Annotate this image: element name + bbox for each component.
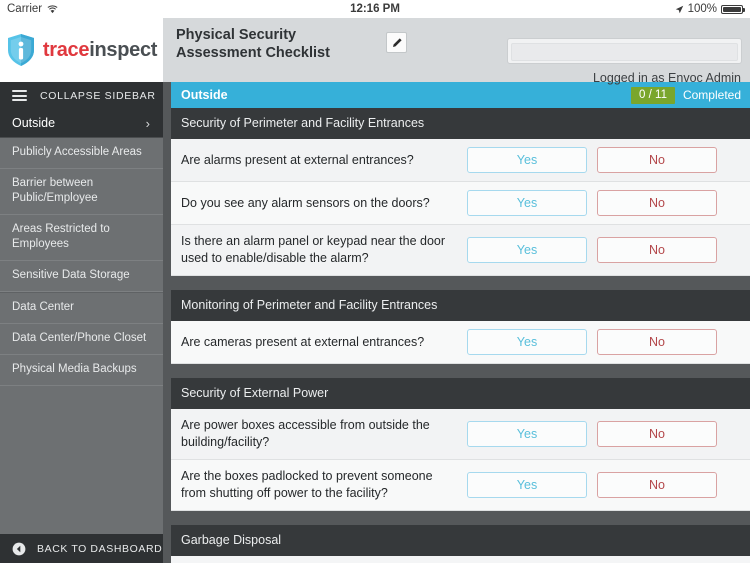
app-header: traceinspect Physical Security Assessmen…: [0, 18, 750, 85]
group-title: Outside: [181, 88, 228, 102]
logged-in-status: Logged in as Envoc Admin: [592, 71, 741, 85]
answer-no-button[interactable]: No: [597, 421, 717, 447]
pencil-edit-icon: [392, 37, 402, 47]
location-arrow-icon: [675, 5, 684, 14]
search-input[interactable]: [511, 43, 738, 61]
section-header: Garbage Disposal: [171, 525, 750, 556]
answer-yes-button[interactable]: Yes: [467, 472, 587, 498]
battery-percent-label: 100%: [687, 3, 717, 15]
sidebar-item-data-center-phone-closet[interactable]: Data Center/Phone Closet: [0, 324, 163, 355]
answer-yes-button[interactable]: Yes: [467, 421, 587, 447]
brand-wordmark: traceinspect: [42, 38, 158, 62]
section-divider: [171, 364, 750, 378]
section-divider: [171, 511, 750, 525]
content-gutter: [163, 82, 171, 563]
sidebar-item-publicly-accessible-areas[interactable]: Publicly Accessible Areas: [0, 138, 163, 169]
table-row: Are the boxes padlocked to prevent someo…: [171, 460, 750, 511]
sidebar-item-barrier-between-public-employee[interactable]: Barrier between Public/Employee: [0, 169, 163, 215]
answer-no-button[interactable]: No: [597, 237, 717, 263]
section-header: Security of External Power: [171, 378, 750, 409]
group-progress: 0 / 11 Completed: [631, 86, 741, 104]
question-text: Are power boxes accessible from outside …: [181, 418, 430, 449]
answer-buttons: Yes No: [467, 329, 717, 355]
checklist-scroll-area[interactable]: Outside 0 / 11 Completed Security of Per…: [171, 82, 750, 563]
hamburger-menu-icon: [12, 88, 27, 104]
completion-count-badge: 0 / 11: [631, 86, 675, 104]
sidebar-item-physical-media-backups[interactable]: Physical Media Backups: [0, 355, 163, 386]
chevron-right-icon: ›: [145, 115, 150, 131]
answer-buttons: Yes No: [467, 147, 717, 173]
group-header-outside: Outside 0 / 11 Completed: [171, 82, 750, 108]
answer-yes-button[interactable]: Yes: [467, 190, 587, 216]
page-title: Physical Security Assessment Checklist: [176, 27, 330, 61]
ios-status-bar: Carrier 12:16 PM 100%: [0, 0, 750, 18]
status-bar-right: 100%: [675, 3, 745, 15]
section-header: Monitoring of Perimeter and Facility Ent…: [171, 290, 750, 321]
answer-buttons: Yes No: [467, 190, 717, 216]
question-text: Are cameras present at external entrance…: [181, 334, 425, 349]
back-circle-arrow-icon: [12, 542, 26, 556]
sidebar-item-sensitive-data-storage[interactable]: Sensitive Data Storage: [0, 261, 163, 292]
answer-no-button[interactable]: No: [597, 190, 717, 216]
completed-label: Completed: [682, 88, 741, 102]
collapse-sidebar-label: COLLAPSE SIDEBAR: [40, 89, 156, 102]
answer-buttons: Yes No: [467, 421, 717, 447]
brand-logo: traceinspect: [0, 18, 163, 82]
answer-no-button[interactable]: No: [597, 329, 717, 355]
brand-name-part1: trace: [42, 38, 90, 61]
answer-buttons: Yes No: [467, 472, 717, 498]
question-text: Are the boxes padlocked to prevent someo…: [181, 469, 433, 500]
sidebar-item-outside[interactable]: Outside ›: [0, 109, 163, 138]
back-to-dashboard-button[interactable]: BACK TO DASHBOARD: [0, 534, 163, 563]
table-row: Is there an alarm panel or keypad near t…: [171, 225, 750, 276]
main-content: Outside 0 / 11 Completed Security of Per…: [163, 82, 750, 563]
app-screen: Carrier 12:16 PM 100% traceinspect Physi…: [0, 0, 750, 563]
answer-buttons: Yes No: [467, 237, 717, 263]
section-divider: [171, 276, 750, 290]
answer-yes-button[interactable]: Yes: [467, 147, 587, 173]
table-row: Are cameras present at external entrance…: [171, 321, 750, 364]
answer-yes-button[interactable]: Yes: [467, 329, 587, 355]
question-text: Do you see any alarm sensors on the door…: [181, 195, 430, 210]
table-row: Do you see any alarm sensors on the door…: [171, 182, 750, 225]
sidebar-active-label: Outside: [12, 116, 56, 130]
table-row: Are alarms present at external entrances…: [171, 139, 750, 182]
brand-name-part2: inspect: [89, 38, 158, 61]
table-row: Are power boxes accessible from outside …: [171, 409, 750, 460]
shield-info-logo-icon: [6, 33, 36, 67]
edit-title-button[interactable]: [386, 32, 407, 53]
search-box: [507, 38, 742, 64]
answer-no-button[interactable]: No: [597, 147, 717, 173]
back-to-dashboard-label: BACK TO DASHBOARD: [37, 542, 163, 555]
sidebar: COLLAPSE SIDEBAR Outside › Publicly Acce…: [0, 82, 163, 563]
collapse-sidebar-button[interactable]: COLLAPSE SIDEBAR: [0, 82, 163, 109]
status-bar-time: 12:16 PM: [350, 3, 400, 15]
answer-no-button[interactable]: No: [597, 472, 717, 498]
question-text: Are alarms present at external entrances…: [181, 152, 414, 167]
battery-full-icon: [721, 4, 745, 14]
question-text: Is there an alarm panel or keypad near t…: [181, 234, 446, 265]
section-header: Security of Perimeter and Facility Entra…: [171, 108, 750, 139]
answer-yes-button[interactable]: Yes: [467, 237, 587, 263]
sidebar-item-areas-restricted-to-employees[interactable]: Areas Restricted to Employees: [0, 215, 163, 261]
sidebar-item-data-center[interactable]: Data Center: [0, 292, 163, 324]
